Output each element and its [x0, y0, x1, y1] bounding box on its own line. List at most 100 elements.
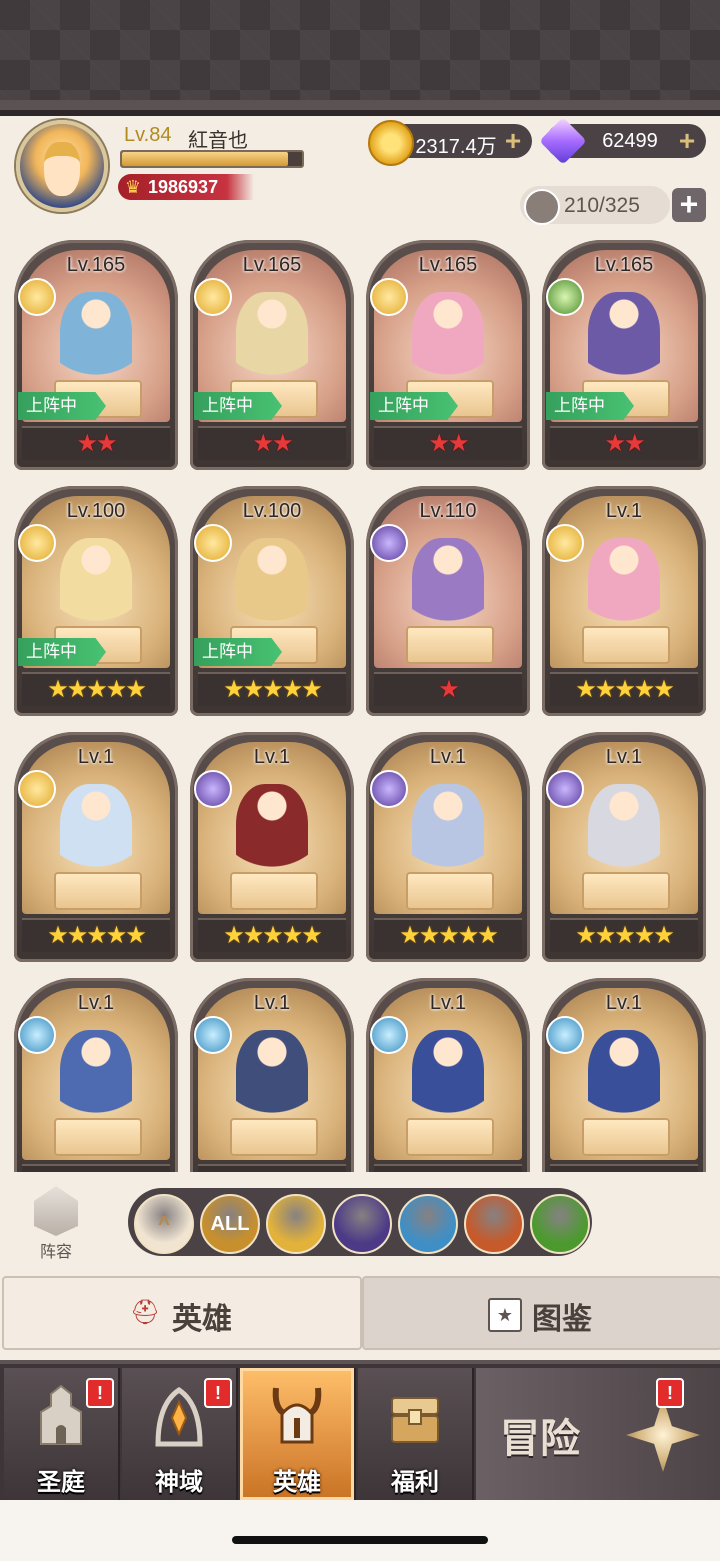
- add-gem-button[interactable]: +: [674, 127, 700, 155]
- nav-sanctuary[interactable]: 圣庭 !: [4, 1368, 120, 1500]
- hero-card[interactable]: Lv.165 上阵中 ★★: [542, 240, 706, 470]
- nav-heroes[interactable]: 英雄: [240, 1368, 356, 1500]
- sort-icon[interactable]: ^: [134, 1194, 194, 1254]
- hero-star-rating: [198, 1164, 346, 1172]
- nav-sanctuary-label: 圣庭: [37, 1469, 85, 1496]
- home-indicator[interactable]: [232, 1536, 488, 1544]
- hero-level: Lv.1: [253, 746, 291, 768]
- hero-level: Lv.100: [66, 500, 126, 522]
- hero-slot-icon: [524, 189, 560, 225]
- deployed-badge: 上阵中: [194, 638, 282, 666]
- hero-sprite: [60, 538, 132, 638]
- nav-welfare[interactable]: 福利: [358, 1368, 474, 1500]
- hero-sprite: [588, 292, 660, 392]
- hero-card[interactable]: Lv.1: [190, 978, 354, 1172]
- light-faction-icon: [194, 278, 232, 316]
- dark-faction-icon: [370, 770, 408, 808]
- hero-grid: Lv.165 上阵中 ★★ Lv.165 上阵中 ★★ Lv.165 上阵中 ★★ Lv.165 上…: [14, 240, 708, 1172]
- hero-card[interactable]: Lv.165 上阵中 ★★: [366, 240, 530, 470]
- diamond-icon: [539, 117, 587, 165]
- hero-card[interactable]: Lv.1 ★★★★★: [14, 732, 178, 962]
- expand-capacity-button[interactable]: +: [672, 188, 706, 222]
- formation-button[interactable]: 阵容: [24, 1186, 88, 1262]
- tab-heroes[interactable]: ⛑ 英雄: [2, 1276, 362, 1350]
- hero-card[interactable]: Lv.110 ★: [366, 486, 530, 716]
- light-faction-icon: [194, 524, 232, 562]
- hero-card[interactable]: Lv.100 上阵中 ★★★★★: [14, 486, 178, 716]
- hero-level: Lv.1: [429, 746, 467, 768]
- gem-amount: 62499: [602, 130, 658, 152]
- tab-heroes-label: 英雄: [172, 1303, 232, 1336]
- hero-sprite: [236, 292, 308, 392]
- star-icons: ★★★★★: [223, 922, 323, 949]
- hero-level: Lv.1: [253, 992, 291, 1014]
- light-faction-icon: [546, 524, 584, 562]
- player-level: Lv.84: [124, 124, 172, 146]
- star-icons: ★★★★★: [223, 676, 323, 703]
- top-decorative-banner: [0, 0, 720, 116]
- light-faction-icon[interactable]: [266, 1194, 326, 1254]
- holy-faction-icon: [18, 1016, 56, 1054]
- hero-level: Lv.165: [66, 254, 126, 276]
- hero-star-rating: ★★★★★: [198, 672, 346, 706]
- hero-star-rating: [374, 1164, 522, 1172]
- hero-star-rating: ★★★★★: [550, 918, 698, 952]
- hero-card[interactable]: Lv.165 上阵中 ★★: [14, 240, 178, 470]
- hero-card[interactable]: Lv.165 上阵中 ★★: [190, 240, 354, 470]
- hero-sprite: [588, 784, 660, 884]
- nav-adventure[interactable]: 冒险 !: [476, 1368, 720, 1500]
- xp-bar: [120, 150, 304, 168]
- star-icons: ★★★★★: [399, 922, 499, 949]
- nav-divine-realm[interactable]: 神域 !: [122, 1368, 238, 1500]
- light-faction-icon: [370, 278, 408, 316]
- star-icons: ★★★★★: [47, 676, 147, 703]
- nature-faction-icon: [546, 278, 584, 316]
- dark-faction-icon[interactable]: [332, 1194, 392, 1254]
- hero-card[interactable]: Lv.1: [542, 978, 706, 1172]
- add-gold-button[interactable]: +: [500, 127, 526, 155]
- hero-card[interactable]: Lv.1 ★★★★★: [542, 732, 706, 962]
- dark-faction-icon: [194, 770, 232, 808]
- hero-card[interactable]: Lv.100 上阵中 ★★★★★: [190, 486, 354, 716]
- star-icons: ★: [438, 676, 460, 703]
- hero-card[interactable]: Lv.1 ★★★★★: [542, 486, 706, 716]
- deployed-badge: 上阵中: [194, 392, 282, 420]
- beast-faction-icon[interactable]: [464, 1194, 524, 1254]
- bottom-navigation: 圣庭 ! 神域 ! 英雄 福利 冒险 !: [0, 1360, 720, 1504]
- tab-atlas-label: 图鉴: [532, 1303, 592, 1336]
- player-avatar[interactable]: [16, 120, 108, 212]
- hero-level: Lv.165: [418, 254, 478, 276]
- gem-currency: 62499 +: [539, 117, 706, 165]
- dark-faction-icon: [370, 524, 408, 562]
- nav-divine-realm-badge: !: [204, 1378, 232, 1408]
- hero-star-rating: ★★★★★: [550, 672, 698, 706]
- hero-star-rating: [22, 1164, 170, 1172]
- dark-faction-icon: [546, 770, 584, 808]
- all-filter[interactable]: ALL: [200, 1194, 260, 1254]
- hero-sprite: [588, 538, 660, 638]
- hero-level: Lv.165: [594, 254, 654, 276]
- crystal-shrine-icon: [155, 1386, 203, 1447]
- compass-icon: [626, 1398, 700, 1472]
- hero-star-rating: ★★★★★: [374, 918, 522, 952]
- deployed-badge: 上阵中: [370, 392, 458, 420]
- holy-faction-icon: [194, 1016, 232, 1054]
- combat-power: ♛ 1986937: [118, 174, 254, 200]
- tab-atlas[interactable]: ★ 图鉴: [362, 1276, 720, 1350]
- hero-sprite: [412, 538, 484, 638]
- hero-card[interactable]: Lv.1: [366, 978, 530, 1172]
- nature-faction-icon[interactable]: [530, 1194, 590, 1254]
- hero-card[interactable]: Lv.1 ★★★★★: [366, 732, 530, 962]
- adventure-badge: !: [656, 1378, 684, 1408]
- faction-filter-bar: ^ ALL: [128, 1188, 592, 1256]
- formation-label: 阵容: [39, 1244, 72, 1261]
- nav-sanctuary-badge: !: [86, 1378, 114, 1408]
- hero-card[interactable]: Lv.1 ★★★★★: [190, 732, 354, 962]
- hero-card[interactable]: Lv.1: [14, 978, 178, 1172]
- hero-star-rating: ★★: [550, 426, 698, 460]
- holy-faction-icon[interactable]: [398, 1194, 458, 1254]
- chess-pawn-icon: [34, 1186, 78, 1236]
- star-icons: ★★★★★: [575, 922, 675, 949]
- hero-sprite: [236, 538, 308, 638]
- hero-level: Lv.100: [242, 500, 302, 522]
